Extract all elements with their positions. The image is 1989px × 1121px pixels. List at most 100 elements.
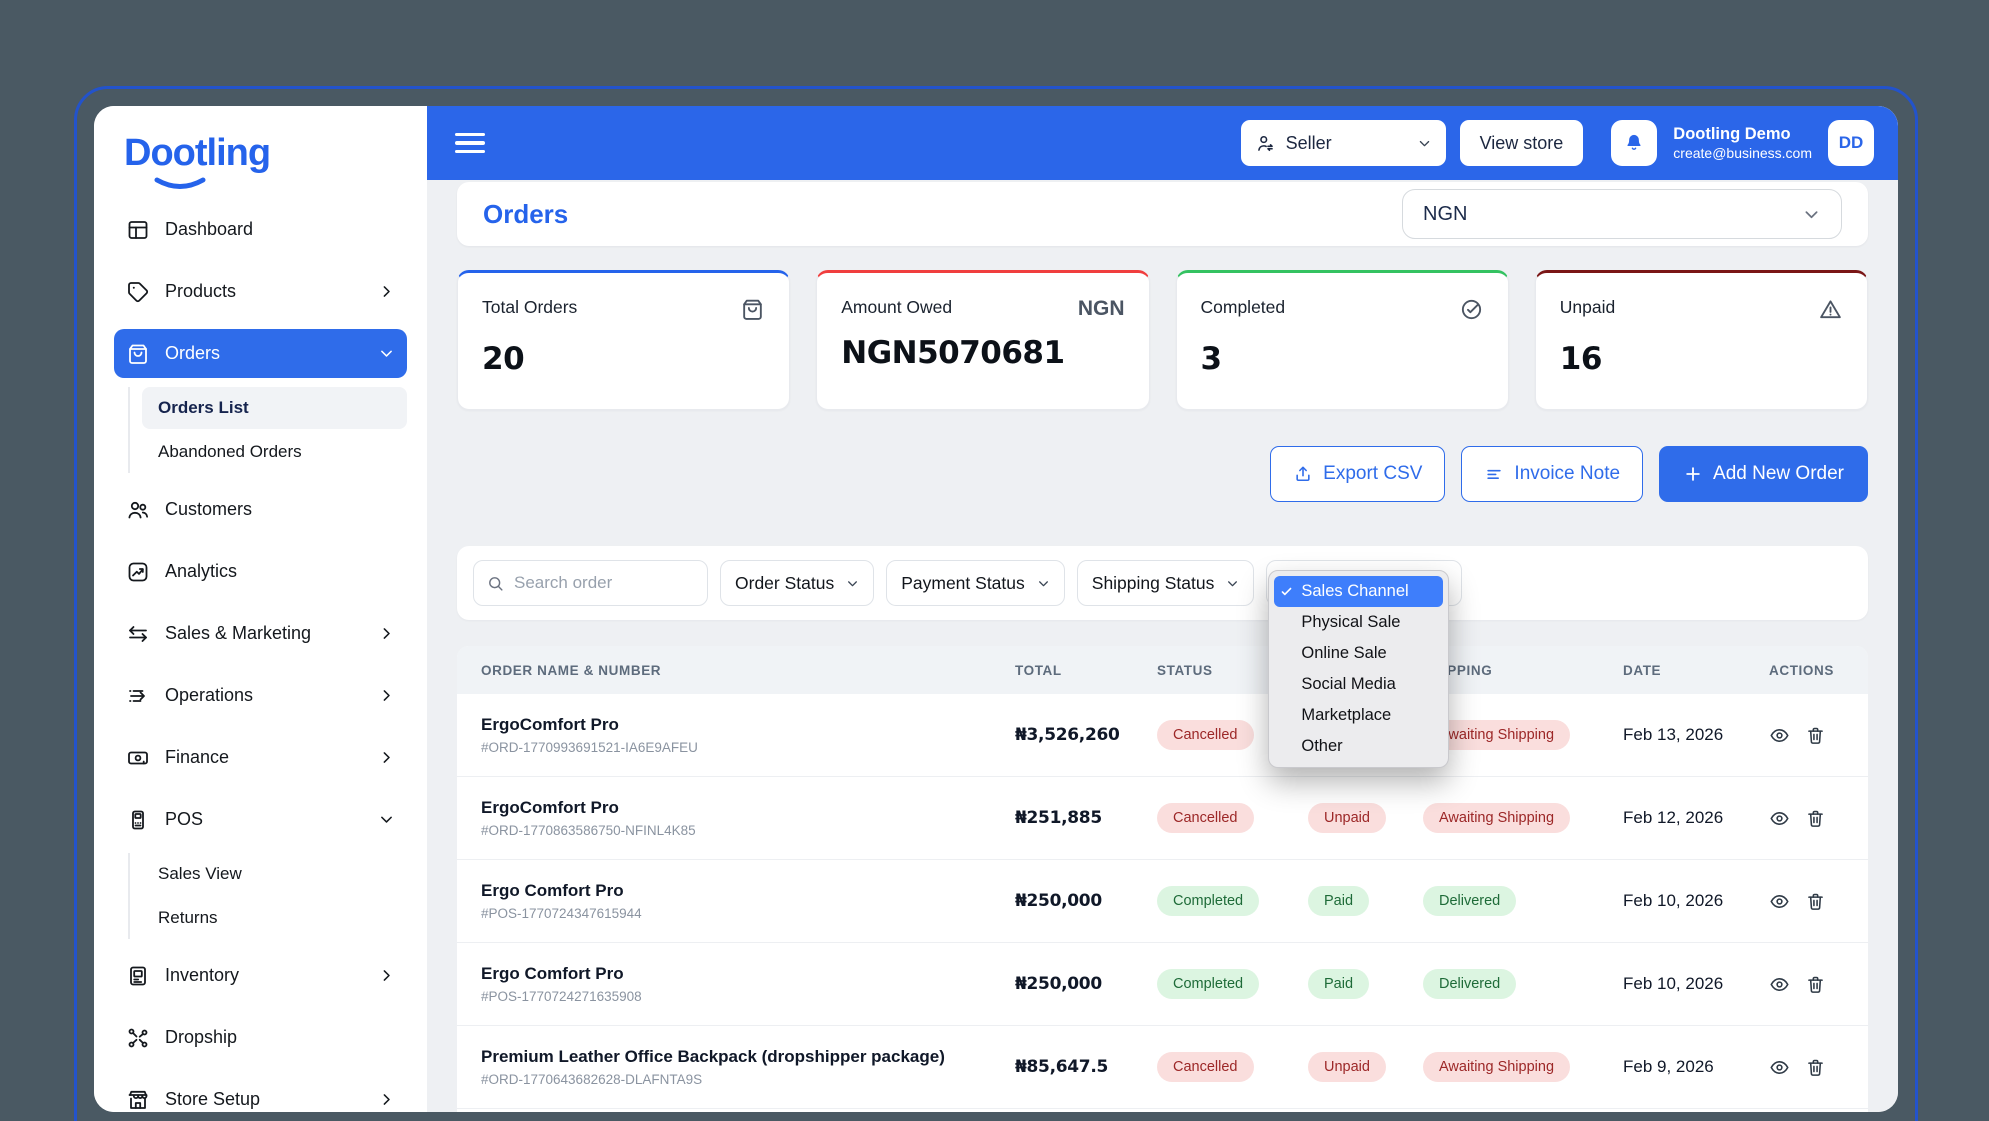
- payment-status-select-value: Payment Status: [901, 573, 1025, 594]
- payment-badge: Unpaid: [1308, 1052, 1386, 1082]
- invoice-note-button[interactable]: Invoice Note: [1461, 446, 1643, 502]
- orders-table-next-row-stub: [457, 1109, 1868, 1112]
- delete-order-button[interactable]: [1805, 1057, 1826, 1078]
- sidebar-item-analytics[interactable]: Analytics: [114, 547, 407, 596]
- sidebar-item-label: Orders: [165, 343, 220, 364]
- delete-order-button[interactable]: [1805, 891, 1826, 912]
- menu-option-sales-channel[interactable]: Sales Channel: [1274, 576, 1443, 607]
- sidebar-item-operations[interactable]: Operations: [114, 671, 407, 720]
- sidebar-item-sales-marketing[interactable]: Sales & Marketing: [114, 609, 407, 658]
- sidebar-item-dashboard[interactable]: Dashboard: [114, 205, 407, 254]
- add-new-order-label: Add New Order: [1713, 463, 1844, 485]
- avatar[interactable]: DD: [1828, 120, 1874, 166]
- order-date: Feb 13, 2026: [1623, 725, 1761, 745]
- stat-card-completed: Completed 3: [1176, 270, 1509, 410]
- order-name: ErgoComfort Pro: [481, 715, 1007, 735]
- topbar: Seller View store Dootling Demo create@b: [427, 106, 1898, 180]
- check-icon: [1280, 585, 1301, 598]
- view-store-button[interactable]: View store: [1460, 120, 1584, 166]
- menu-option-other[interactable]: Other: [1274, 731, 1443, 762]
- view-order-button[interactable]: [1769, 974, 1790, 995]
- stat-value: 3: [1201, 341, 1484, 377]
- order-number: #ORD-1770993691521-IA6E9AFEU: [481, 740, 1007, 755]
- delete-order-button[interactable]: [1805, 725, 1826, 746]
- view-order-button[interactable]: [1769, 725, 1790, 746]
- chevron-right-icon: [378, 283, 395, 300]
- table-row: ErgoComfort Pro #ORD-1770993691521-IA6E9…: [457, 694, 1868, 777]
- view-order-button[interactable]: [1769, 808, 1790, 829]
- search-order-input[interactable]: [514, 573, 695, 593]
- menu-option-physical-sale[interactable]: Physical Sale: [1274, 607, 1443, 638]
- sidebar-item-store-setup[interactable]: Store Setup: [114, 1075, 407, 1112]
- stat-card-unpaid: Unpaid 16: [1535, 270, 1868, 410]
- menu-option-online-sale[interactable]: Online Sale: [1274, 638, 1443, 669]
- shipping-badge: Delivered: [1423, 886, 1516, 916]
- status-badge: Cancelled: [1157, 1052, 1254, 1082]
- sidebar-item-label: Operations: [165, 685, 253, 706]
- analytics-icon: [126, 560, 150, 584]
- sidebar-item-inventory[interactable]: Inventory: [114, 951, 407, 1000]
- stat-card-total-orders: Total Orders 20: [457, 270, 790, 410]
- delete-order-button[interactable]: [1805, 808, 1826, 829]
- currency-select[interactable]: NGN: [1402, 189, 1842, 239]
- sidebar-item-dropship[interactable]: Dropship: [114, 1013, 407, 1062]
- shipping-status-select[interactable]: Shipping Status: [1077, 560, 1255, 606]
- subnav-pos: Sales ViewReturns: [128, 853, 407, 939]
- sidebar-subitem-sales-view[interactable]: Sales View: [142, 853, 407, 895]
- payment-status-select[interactable]: Payment Status: [886, 560, 1065, 606]
- export-csv-button[interactable]: Export CSV: [1270, 446, 1445, 502]
- sales-channel-wrap: Sales Channel Sales Channel Physical Sal…: [1266, 560, 1462, 606]
- users-icon: [126, 498, 150, 522]
- sidebar-item-customers[interactable]: Customers: [114, 485, 407, 534]
- sidebar-subitem-abandoned-orders[interactable]: Abandoned Orders: [142, 431, 407, 473]
- chevron-down-icon: [1417, 136, 1432, 151]
- chevron-down-icon: [1037, 577, 1050, 590]
- order-name: Ergo Comfort Pro: [481, 964, 1007, 984]
- sidebar-item-label: Sales & Marketing: [165, 623, 311, 644]
- view-order-button[interactable]: [1769, 1057, 1790, 1078]
- order-status-select[interactable]: Order Status: [720, 560, 874, 606]
- sidebar-item-label: Dropship: [165, 1027, 237, 1048]
- sidebar-item-products[interactable]: Products: [114, 267, 407, 316]
- sidebar-item-label: POS: [165, 809, 203, 830]
- sidebar-item-pos[interactable]: POS: [114, 795, 407, 844]
- bell-icon: [1623, 132, 1645, 154]
- chevron-down-icon: [378, 811, 395, 828]
- tag-icon: [126, 280, 150, 304]
- app-frame: Dootling Dashboard Products Orders Orders…: [74, 86, 1918, 1121]
- menu-option-marketplace[interactable]: Marketplace: [1274, 700, 1443, 731]
- order-name-cell: ErgoComfort Pro #ORD-1770863586750-NFINL…: [481, 798, 1007, 838]
- currency-select-value: NGN: [1423, 203, 1467, 226]
- app-panel: Dootling Dashboard Products Orders Orders…: [94, 106, 1898, 1112]
- orders-table-body: ErgoComfort Pro #ORD-1770993691521-IA6E9…: [457, 694, 1868, 1109]
- order-total: ₦251,885: [1015, 808, 1149, 828]
- sidebar-subitem-orders-list[interactable]: Orders List: [142, 387, 407, 429]
- status-badge: Completed: [1157, 886, 1259, 916]
- menu-option-social-media[interactable]: Social Media: [1274, 669, 1443, 700]
- dootling-logo[interactable]: Dootling: [124, 132, 324, 175]
- seller-select[interactable]: Seller: [1241, 120, 1446, 166]
- table-row: ErgoComfort Pro #ORD-1770863586750-NFINL…: [457, 777, 1868, 860]
- notification-bell-button[interactable]: [1611, 120, 1657, 166]
- add-new-order-button[interactable]: Add New Order: [1659, 446, 1868, 502]
- order-date: Feb 10, 2026: [1623, 891, 1761, 911]
- view-order-button[interactable]: [1769, 891, 1790, 912]
- sidebar-item-finance[interactable]: Finance: [114, 733, 407, 782]
- order-name: ErgoComfort Pro: [481, 798, 1007, 818]
- delete-order-button[interactable]: [1805, 974, 1826, 995]
- row-actions: [1769, 891, 1844, 912]
- chevron-down-icon: [1802, 205, 1821, 224]
- payment-badge: Paid: [1308, 886, 1369, 916]
- sidebar-item-label: Analytics: [165, 561, 237, 582]
- chevron-down-icon: [1226, 577, 1239, 590]
- sidebar-item-orders[interactable]: Orders: [114, 329, 407, 378]
- user-info[interactable]: Dootling Demo create@business.com: [1673, 124, 1812, 162]
- chevron-right-icon: [378, 967, 395, 984]
- hamburger-menu-icon[interactable]: [455, 128, 485, 159]
- sidebar-item-label: Store Setup: [165, 1089, 260, 1110]
- upload-icon: [1293, 464, 1313, 484]
- stat-label: Completed: [1201, 297, 1286, 318]
- order-number: #POS-1770724271635908: [481, 989, 1007, 1004]
- check-circle-icon: [1459, 297, 1484, 327]
- sidebar-subitem-returns[interactable]: Returns: [142, 897, 407, 939]
